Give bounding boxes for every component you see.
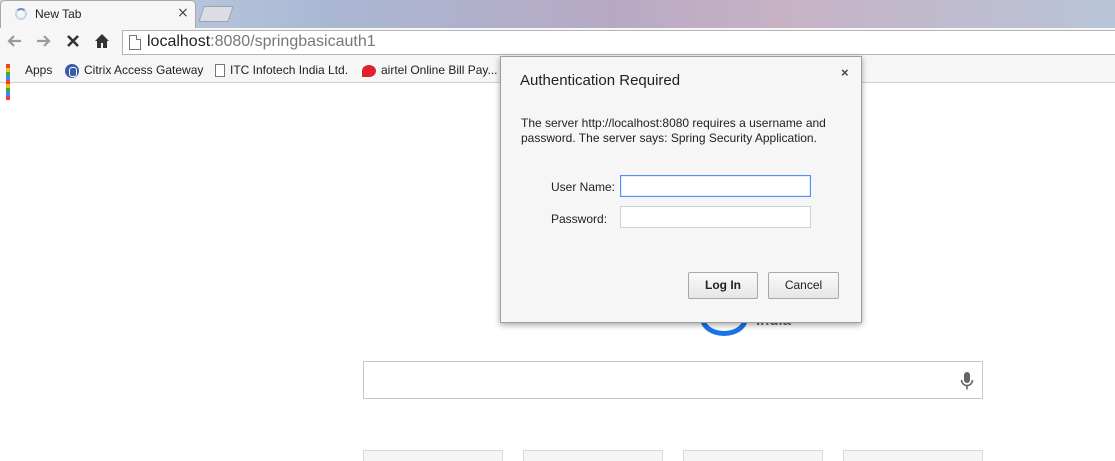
new-tab-button[interactable] [198,6,234,22]
browser-window: New Tab × localhost:8080/springbasicauth… [0,0,1115,461]
username-field[interactable] [620,175,811,197]
search-input[interactable] [363,361,983,399]
bookmark-label: Apps [25,63,53,77]
page-icon [129,35,141,50]
stop-loading-icon[interactable] [64,32,82,55]
forward-arrow-icon[interactable] [34,32,52,55]
airtel-icon [362,64,376,77]
page-icon [215,64,225,78]
microphone-icon[interactable] [960,371,974,391]
tab-strip: New Tab × [0,0,1115,28]
most-visited-tile[interactable] [843,450,983,461]
bookmark-label: Citrix Access Gateway [84,63,204,77]
username-label: User Name: [551,180,616,194]
home-icon[interactable] [93,32,111,55]
dialog-message: The server http://localhost:8080 require… [521,116,826,145]
bookmark-citrix[interactable]: Citrix Access Gateway [65,62,203,78]
password-label: Password: [551,212,608,226]
back-arrow-icon[interactable] [6,32,24,55]
auth-dialog: Authentication Required × The server htt… [500,56,862,323]
bookmark-label: airtel Online Bill Pay... [381,63,498,77]
dialog-title: Authentication Required [520,72,681,89]
loading-spinner-icon [15,8,27,20]
bookmark-airtel[interactable]: airtel Online Bill Pay... [362,62,498,78]
tab-title: New Tab [35,7,82,21]
bookmark-label: ITC Infotech India Ltd. [230,63,349,77]
toolbar: localhost:8080/springbasicauth1 [0,28,1115,58]
most-visited-tile[interactable] [683,450,823,461]
bookmark-apps[interactable]: Apps [6,62,53,100]
most-visited-tile[interactable] [363,450,503,461]
password-field[interactable] [620,206,811,228]
tab-new-tab[interactable]: New Tab × [0,0,196,28]
tab-close-icon[interactable]: × [177,5,189,21]
citrix-icon [65,63,79,78]
address-bar[interactable]: localhost:8080/springbasicauth1 [122,30,1115,55]
dialog-close-icon[interactable]: × [841,65,849,80]
most-visited-tile[interactable] [523,450,663,461]
log-in-button[interactable]: Log In [688,272,758,299]
address-url[interactable]: localhost:8080/springbasicauth1 [147,33,376,51]
bookmark-itc-infotech[interactable]: ITC Infotech India Ltd. [215,62,348,78]
cancel-button[interactable]: Cancel [768,272,839,299]
apps-grid-icon [6,63,20,100]
